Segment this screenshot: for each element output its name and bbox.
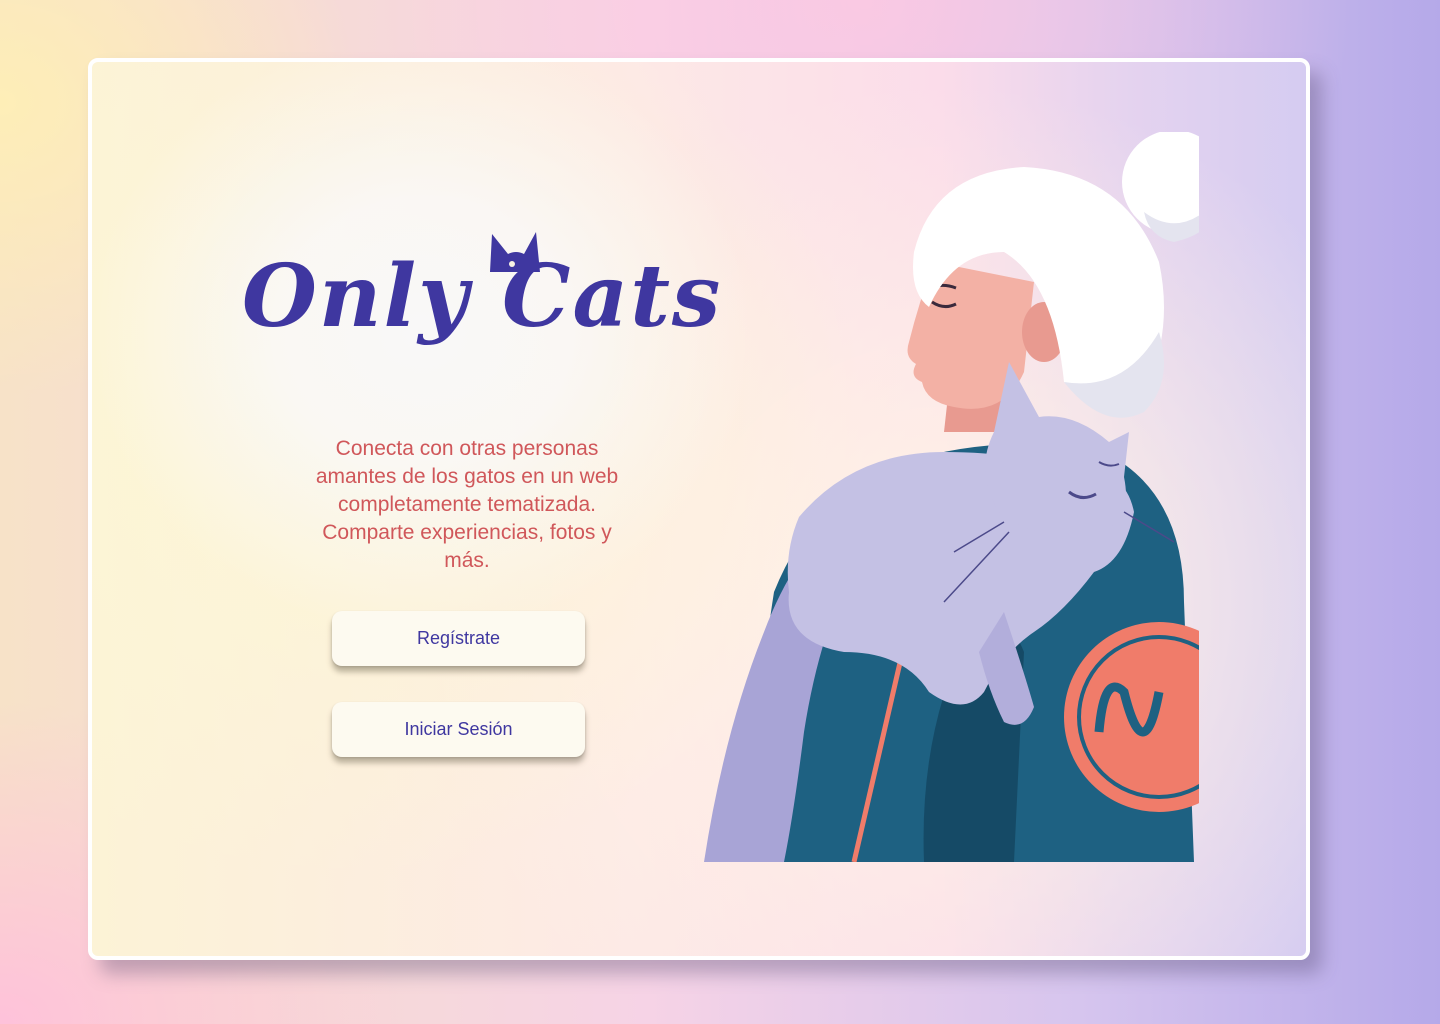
tagline: Conecta con otras personas amantes de lo…: [315, 437, 619, 572]
woman-with-cat-illustration: [704, 132, 1199, 862]
cat-ears-icon: [490, 232, 540, 272]
app-logo: Only Cats: [242, 222, 723, 372]
landing-card: Only Cats Conecta con otras personas ama…: [88, 58, 1310, 960]
register-button[interactable]: Regístrate: [332, 611, 585, 666]
logo-text: Only Cats: [242, 246, 723, 347]
login-button[interactable]: Iniciar Sesión: [332, 702, 585, 757]
